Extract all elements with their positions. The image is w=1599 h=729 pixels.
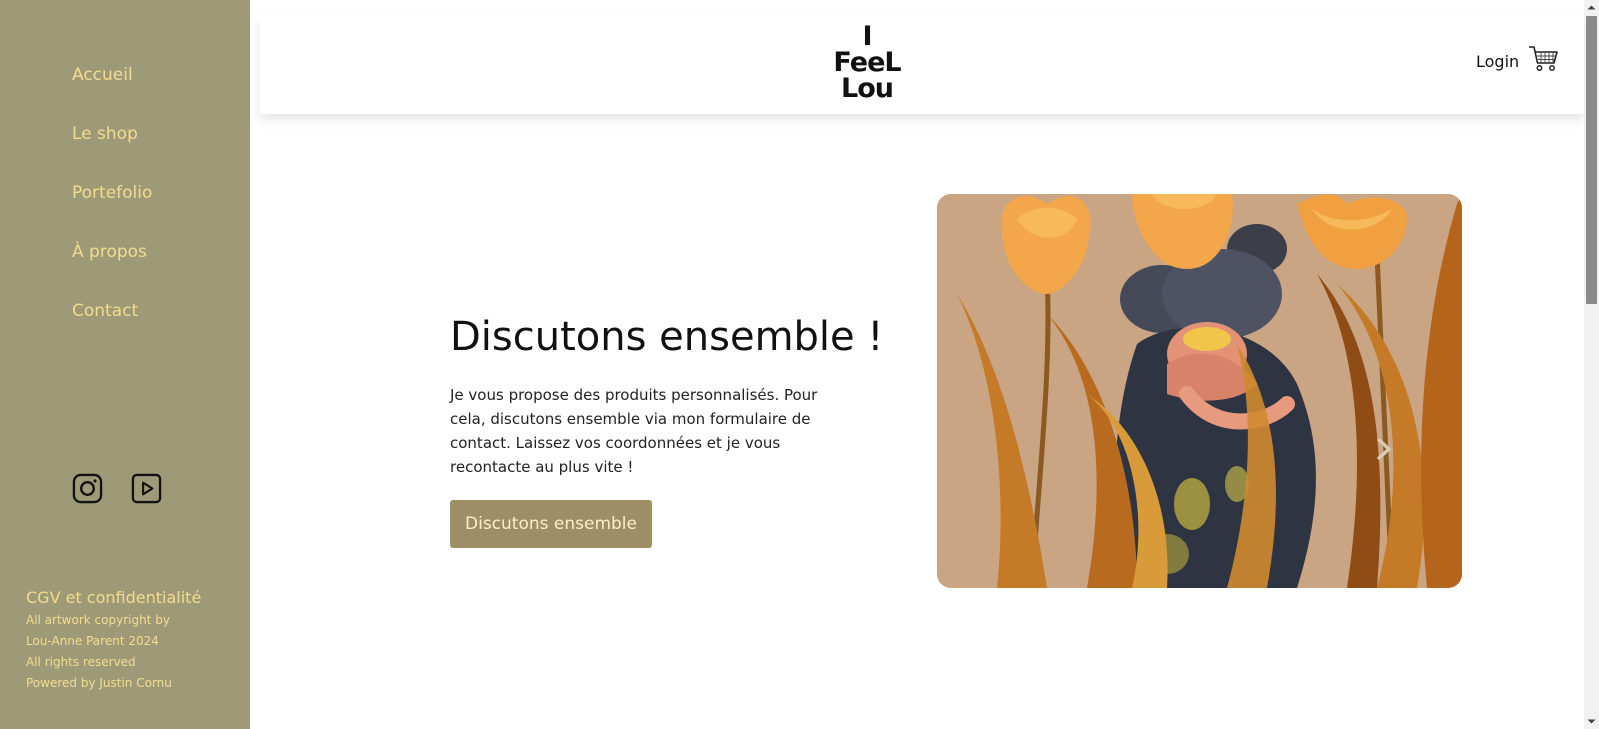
scroll-up-arrow-icon[interactable] (1584, 0, 1599, 15)
footer-author-line: Lou-Anne Parent 2024 (26, 634, 159, 648)
instagram-icon[interactable] (72, 473, 103, 504)
sidebar-nav: Accueil Le shop Portefolio À propos Cont… (72, 62, 152, 357)
scroll-down-arrow-icon[interactable] (1584, 714, 1599, 729)
sidebar: Accueil Le shop Portefolio À propos Cont… (0, 0, 250, 729)
page-scrollbar[interactable] (1584, 0, 1599, 729)
header: I FeeL Lou Login (260, 14, 1584, 114)
intro-text: Je vous propose des produits personnalis… (450, 386, 818, 476)
cgv-link[interactable]: CGV et confidentialité (26, 586, 201, 610)
nav-item-contact[interactable]: Contact (72, 298, 152, 357)
cart-icon[interactable] (1528, 44, 1560, 72)
footer-rights-line: All rights reserved (26, 655, 136, 669)
nav-item-le-shop[interactable]: Le shop (72, 121, 152, 180)
nav-item-portefolio[interactable]: Portefolio (72, 180, 152, 239)
scrollbar-thumb[interactable] (1586, 16, 1597, 304)
footer-powered-line: Powered by Justin Cornu (26, 676, 172, 690)
page-title: Discutons ensemble ! (450, 314, 884, 360)
social-links (72, 473, 162, 504)
chevron-right-icon[interactable] (1374, 437, 1394, 461)
illustration-image (937, 194, 1462, 588)
contact-cta-button[interactable]: Discutons ensemble (450, 500, 652, 548)
image-carousel[interactable] (937, 194, 1462, 588)
nav-item-a-propos[interactable]: À propos (72, 239, 152, 298)
nav-item-accueil[interactable]: Accueil (72, 62, 152, 121)
site-logo[interactable]: I FeeL Lou (827, 23, 907, 106)
logo-line-3: Lou (841, 73, 894, 104)
sidebar-footer: CGV et confidentialité All artwork copyr… (26, 586, 201, 694)
login-link[interactable]: Login (1476, 52, 1519, 71)
footer-copyright-line: All artwork copyright by (26, 613, 170, 627)
youtube-icon[interactable] (131, 473, 162, 504)
